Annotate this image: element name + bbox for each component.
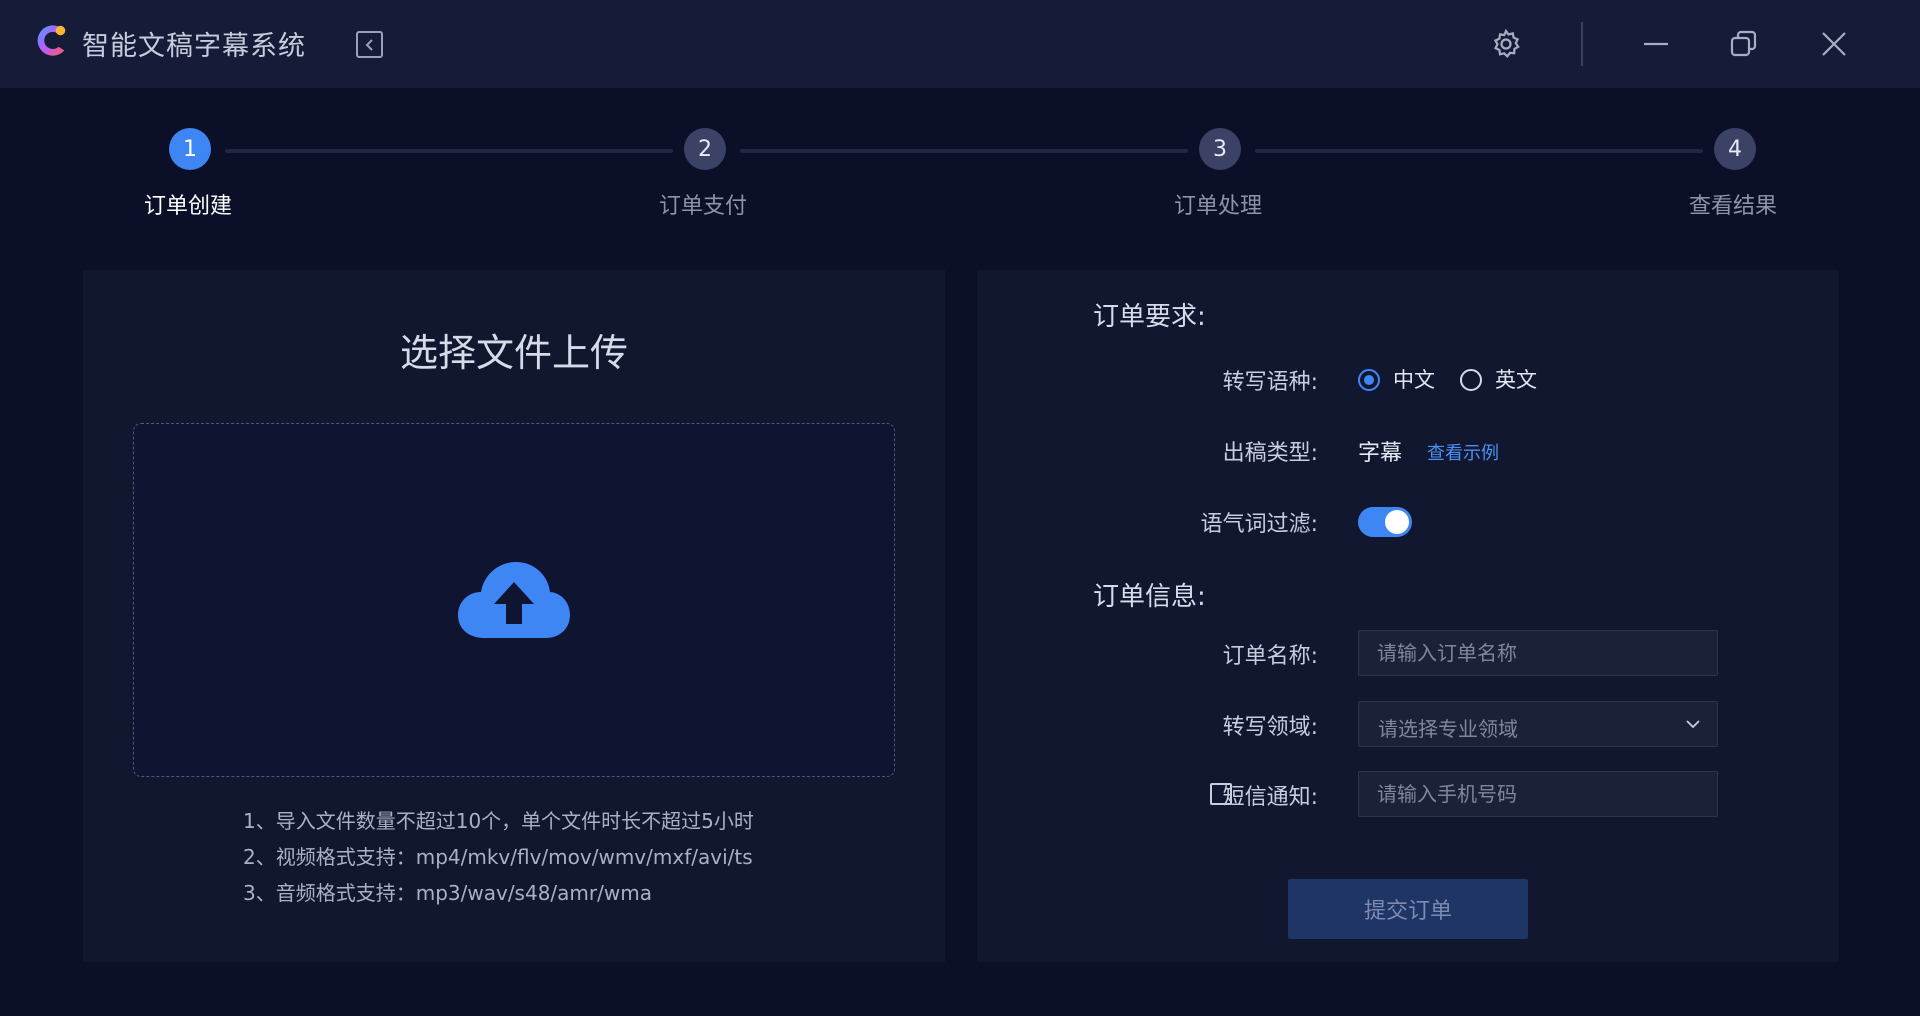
step-2-label: 订单支付 (658, 194, 747, 219)
step-connector (1255, 149, 1703, 153)
title-bar: 智能文稿字幕系统 (0, 0, 1920, 88)
language-radio-english[interactable] (1460, 369, 1482, 391)
app-logo-icon (37, 25, 66, 56)
minimize-button[interactable] (1636, 24, 1676, 64)
language-label: 转写语种: (1222, 370, 1318, 395)
language-radio-chinese[interactable] (1358, 369, 1380, 391)
progress-steps: 1 2 3 4 订单创建 订单支付 订单处理 查看结果 (0, 88, 1920, 268)
order-info-title: 订单信息: (1093, 582, 1206, 612)
cloud-upload-icon (458, 562, 570, 638)
output-type-value: 字幕 (1358, 441, 1403, 466)
step-2-circle: 2 (684, 128, 726, 170)
order-form-panel: 订单要求: 转写语种: 中文 英文 出稿类型: 字幕 查看示例 语气词过滤: 订… (977, 270, 1839, 962)
step-connector (740, 149, 1188, 153)
upload-panel: 选择文件上传 1、导入文件数量不超过10个，单个文件时长不超过5小时 2、视频格… (83, 270, 945, 962)
order-name-input[interactable] (1358, 630, 1718, 676)
titlebar-divider (1581, 22, 1583, 66)
step-connector (225, 149, 673, 153)
domain-select[interactable]: 请选择专业领域 (1358, 701, 1718, 747)
file-dropzone[interactable] (133, 423, 895, 777)
gear-icon (1493, 28, 1520, 58)
order-name-label: 订单名称: (1222, 644, 1318, 669)
step-3-label: 订单处理 (1173, 194, 1262, 219)
sms-notify-label: 短信通知: (1222, 785, 1318, 810)
domain-label: 转写领域: (1222, 715, 1318, 740)
filler-filter-label: 语气词过滤: (1200, 512, 1318, 537)
upload-hint: 2、视频格式支持：mp4/mkv/flv/mov/wmv/mxf/avi/ts (243, 845, 753, 869)
chevron-down-icon (1686, 720, 1700, 729)
requirements-title: 订单要求: (1093, 302, 1206, 332)
filler-filter-toggle[interactable] (1358, 507, 1412, 537)
step-3-circle: 3 (1199, 128, 1241, 170)
language-option-label: 中文 (1393, 368, 1435, 392)
step-1-circle: 1 (169, 128, 211, 170)
close-icon (1822, 32, 1846, 56)
view-example-link[interactable]: 查看示例 (1427, 439, 1499, 465)
submit-order-button[interactable]: 提交订单 (1288, 879, 1528, 939)
upload-hint: 3、音频格式支持：mp3/wav/s48/amr/wma (243, 881, 652, 905)
upload-title: 选择文件上传 (399, 331, 628, 375)
language-option-label: 英文 (1495, 368, 1537, 392)
phone-number-input[interactable] (1358, 771, 1718, 817)
step-4-label: 查看结果 (1688, 194, 1777, 219)
restore-icon (1730, 30, 1757, 57)
output-type-label: 出稿类型: (1222, 441, 1318, 466)
collapse-sidebar-button[interactable] (356, 31, 383, 58)
minimize-icon (1644, 42, 1668, 46)
upload-hints: 1、导入文件数量不超过10个，单个文件时长不超过5小时 2、视频格式支持：mp4… (243, 803, 754, 911)
chevron-left-icon (365, 38, 373, 51)
step-4-circle: 4 (1714, 128, 1756, 170)
close-button[interactable] (1814, 24, 1854, 64)
app-title: 智能文稿字幕系统 (82, 31, 306, 62)
upload-hint: 1、导入文件数量不超过10个，单个文件时长不超过5小时 (243, 809, 754, 833)
restore-button[interactable] (1724, 24, 1764, 64)
settings-button[interactable] (1486, 24, 1526, 64)
step-1-label: 订单创建 (143, 194, 232, 219)
domain-select-placeholder: 请选择专业领域 (1378, 717, 1518, 741)
